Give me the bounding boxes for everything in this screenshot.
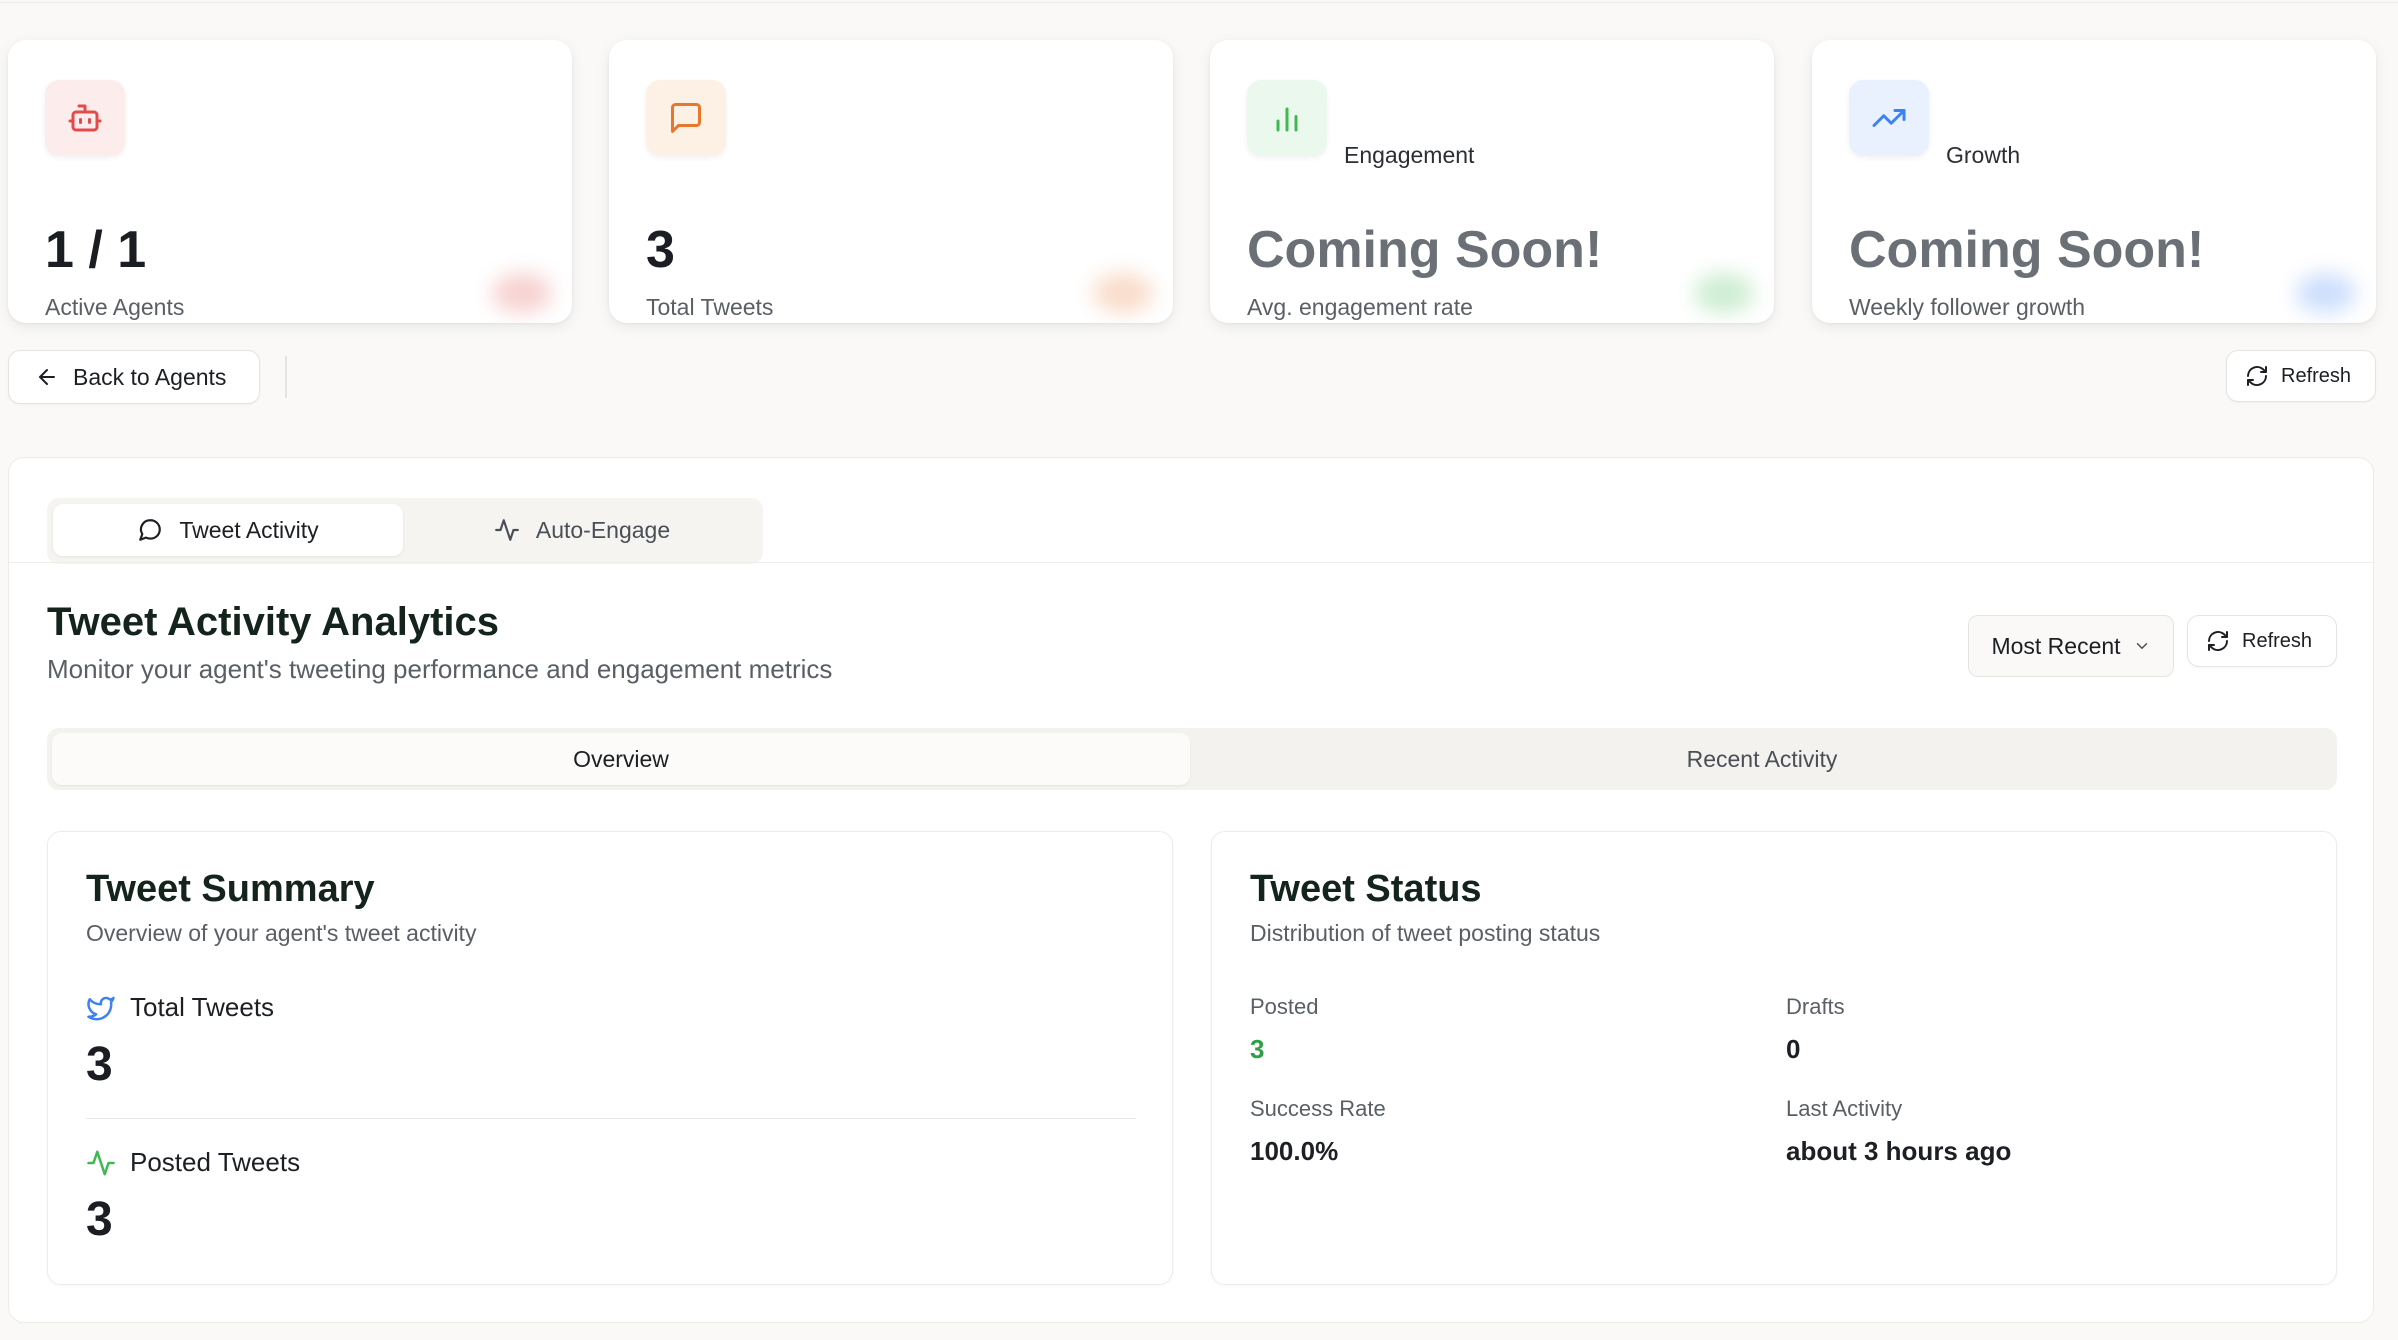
posted-label: Posted [1250,994,1319,1019]
top-border [0,0,2398,3]
card-title: Tweet Status [1250,868,1482,910]
divider [86,1118,1136,1119]
twitter-bird-icon [87,996,115,1020]
tab-auto-engage[interactable]: Auto-Engage [407,504,757,556]
tabs-divider [9,562,2373,563]
success-rate-value: 100.0% [1250,1136,1339,1166]
arrow-left-icon [39,369,55,385]
bot-icon [45,80,125,156]
card-glow [492,273,552,313]
tab-label: Auto-Engage [535,516,671,543]
drafts-value: 0 [1786,1034,1801,1064]
metric-label: Posted Tweets [130,1147,301,1177]
total-tweets-count: 3 [86,1038,113,1091]
card-glow [2296,273,2356,313]
tab-recent-activity[interactable]: Recent Activity [1193,733,2331,785]
refresh-button-label: Refresh [2281,364,2352,387]
refresh-button[interactable]: Refresh [2226,350,2376,402]
total-tweets-label: Total Tweets [646,294,774,320]
page-title: Tweet Activity Analytics [47,600,499,644]
analytics-panel: Tweet Activity Auto-Engage Tweet Activit… [8,457,2374,1323]
tab-label: Tweet Activity [179,516,319,543]
growth-label: Growth [1946,142,2021,168]
tweet-summary-card: Tweet Summary Overview of your agent's t… [47,831,1173,1285]
toolbar-divider [285,356,287,398]
engagement-sub: Avg. engagement rate [1247,294,1473,320]
sort-selected-value: Most Recent [1991,632,2121,659]
card-title: Tweet Summary [86,868,375,910]
total-tweets-value: 3 [646,221,675,279]
tweet-status-card: Tweet Status Distribution of tweet posti… [1211,831,2337,1285]
card-subtitle: Overview of your agent's tweet activity [86,920,477,946]
refresh-button-label: Refresh [2242,629,2313,652]
activity-icon [494,519,519,541]
last-activity-label: Last Activity [1786,1096,1903,1121]
stat-card-total-tweets: 3 Total Tweets [609,40,1173,323]
message-square-icon [646,80,726,156]
tab-tweet-activity[interactable]: Tweet Activity [53,504,403,556]
stat-card-growth: Growth Coming Soon! Weekly follower grow… [1812,40,2376,323]
posted-value: 3 [1250,1034,1265,1064]
drafts-label: Drafts [1786,994,1845,1019]
last-activity-value: about 3 hours ago [1786,1136,2012,1166]
active-agents-label: Active Agents [45,294,185,320]
refresh-analytics-button[interactable]: Refresh [2187,615,2337,667]
active-agents-value: 1 / 1 [45,221,147,279]
posted-tweets-metric: Posted Tweets [86,1147,300,1178]
success-rate-label: Success Rate [1250,1096,1386,1121]
back-to-agents-button[interactable]: Back to Agents [8,350,260,404]
tab-overview[interactable]: Overview [52,733,1190,785]
stat-card-engagement: Engagement Coming Soon! Avg. engagement … [1210,40,1774,323]
card-subtitle: Distribution of tweet posting status [1250,920,1601,946]
chevron-down-icon [2136,643,2147,649]
message-circle-icon [139,519,162,541]
engagement-value: Coming Soon! [1247,221,1603,279]
back-button-label: Back to Agents [73,363,227,390]
trending-up-icon [1849,80,1929,156]
page-subtitle: Monitor your agent's tweeting performanc… [47,654,833,684]
refresh-icon [2247,366,2267,386]
sort-select[interactable]: Most Recent [1968,615,2174,677]
posted-tweets-count: 3 [86,1193,113,1246]
card-glow [1093,273,1153,313]
analytics-subtabs: Overview Recent Activity [47,728,2337,790]
refresh-icon [2208,631,2228,651]
growth-sub: Weekly follower growth [1849,294,2086,320]
activity-icon [87,1150,115,1175]
main-tabs: Tweet Activity Auto-Engage [47,498,763,564]
growth-value: Coming Soon! [1849,221,2205,279]
stat-card-active-agents: 1 / 1 Active Agents [8,40,572,323]
card-glow [1694,273,1754,313]
metric-label: Total Tweets [130,992,275,1022]
total-tweets-metric: Total Tweets [86,992,274,1023]
bar-chart-icon [1247,80,1327,156]
engagement-label: Engagement [1344,142,1475,168]
